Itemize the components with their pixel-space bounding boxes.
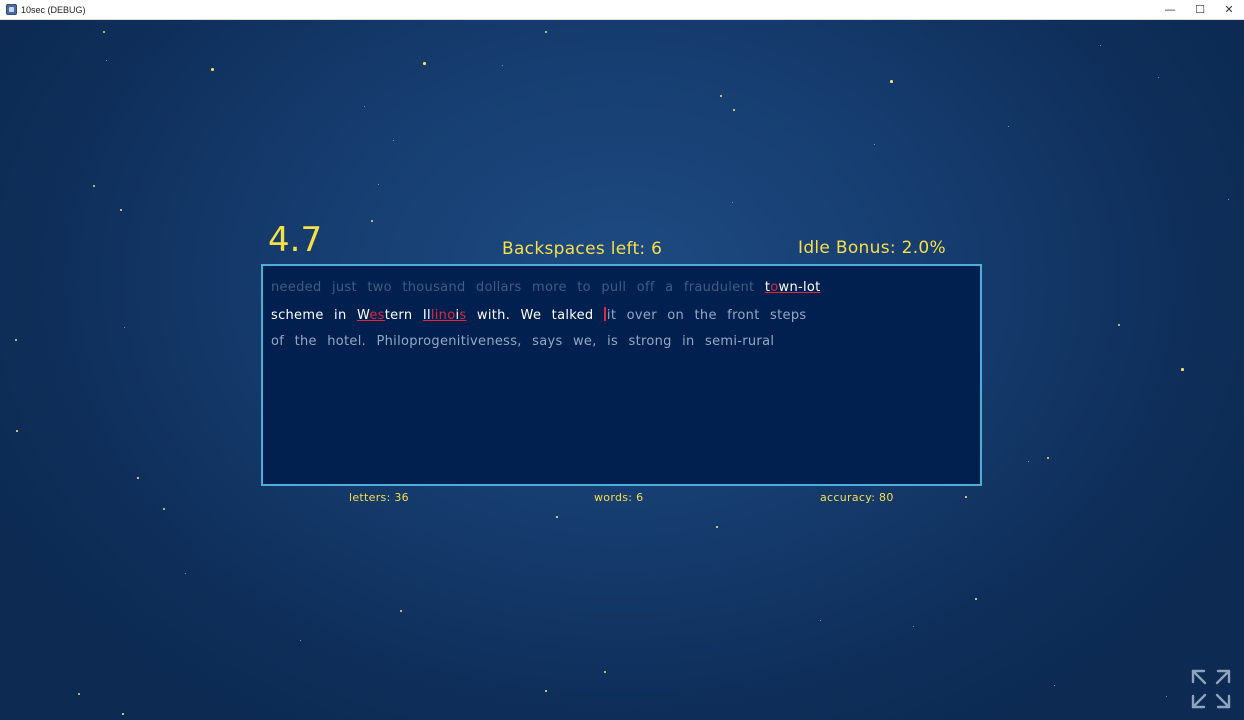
star-decoration (556, 516, 558, 518)
minimize-button[interactable]: — (1155, 0, 1185, 20)
star-decoration (1228, 199, 1230, 201)
star-decoration (733, 109, 735, 111)
window-titlebar: 10sec (DEBUG) — ☐ ✕ (0, 0, 1244, 20)
star-decoration (1047, 457, 1050, 460)
star-decoration (16, 430, 18, 432)
fullscreen-button[interactable] (1190, 668, 1232, 710)
star-decoration (604, 671, 607, 674)
typed-text-old: needed just two thousand dollars more to… (271, 280, 765, 295)
char-correct: W (356, 308, 370, 323)
stat-words: words: 6 (594, 491, 644, 504)
char-correct: Il (422, 308, 431, 323)
game-scene: 4.7 Backspaces left: 6 Idle Bonus: 2.0% … (0, 20, 1244, 720)
typed-text: scheme in (271, 308, 357, 323)
text-cursor (603, 307, 606, 321)
typed-text: with. We talked (466, 308, 604, 323)
text-line-2: scheme in Western Illinois with. We talk… (271, 307, 806, 324)
timer: 4.7 (268, 220, 323, 260)
star-decoration (137, 477, 139, 479)
star-decoration (78, 693, 80, 695)
star-decoration (300, 640, 301, 641)
star-decoration (874, 144, 875, 145)
star-decoration (93, 185, 95, 187)
star-decoration (975, 598, 977, 600)
char-typo: lino (430, 308, 456, 323)
stat-letters: letters: 36 (349, 491, 409, 504)
star-decoration (732, 202, 733, 203)
star-decoration (185, 573, 186, 574)
word-town-lot: town-lot (765, 280, 821, 295)
star-decoration (720, 95, 723, 98)
star-decoration (122, 713, 124, 715)
star-decoration (393, 140, 395, 142)
star-decoration (378, 184, 379, 185)
star-decoration (1118, 324, 1120, 326)
char-correct: tern (384, 308, 423, 323)
window-title: 10sec (DEBUG) (21, 5, 86, 15)
star-decoration (400, 610, 403, 613)
app-icon (6, 4, 17, 15)
pending-text: of the hotel. Philoprogenitiveness, says… (271, 334, 775, 349)
char-typo: o (770, 280, 779, 295)
star-decoration (15, 339, 18, 342)
star-decoration (1166, 696, 1167, 697)
star-decoration (1100, 45, 1101, 46)
star-decoration (545, 31, 547, 33)
star-decoration (106, 60, 107, 61)
star-decoration (716, 526, 718, 528)
star-decoration (820, 620, 821, 621)
star-decoration (502, 65, 504, 67)
pending-text: t over on the front steps (610, 308, 807, 323)
maximize-button[interactable]: ☐ (1185, 0, 1215, 20)
star-decoration (103, 31, 106, 34)
star-decoration (1054, 685, 1056, 687)
star-decoration (1008, 126, 1009, 127)
star-decoration (965, 496, 967, 498)
star-decoration (371, 220, 374, 223)
text-line-3: of the hotel. Philoprogenitiveness, says… (271, 334, 774, 350)
star-decoration (163, 508, 165, 510)
star-decoration (120, 209, 122, 211)
typing-panel[interactable]: needed just two thousand dollars more to… (261, 264, 982, 486)
star-decoration (423, 62, 426, 65)
char-typo: es (369, 308, 385, 323)
expand-arrows-icon (1191, 669, 1231, 709)
star-decoration (913, 626, 914, 627)
backspaces-left: Backspaces left: 6 (502, 239, 663, 259)
star-decoration (1158, 77, 1159, 78)
idle-bonus: Idle Bonus: 2.0% (798, 238, 946, 258)
word-western: Wes (357, 308, 385, 323)
stat-accuracy: accuracy: 80 (820, 491, 894, 504)
star-decoration (1028, 461, 1030, 463)
star-decoration (364, 106, 365, 107)
char-correct: wn-lot (778, 280, 821, 295)
star-decoration (545, 690, 547, 692)
star-decoration (211, 68, 214, 71)
word-illinois: Illinois (423, 308, 467, 323)
star-decoration (890, 80, 893, 83)
text-line-1: needed just two thousand dollars more to… (271, 280, 821, 296)
close-button[interactable]: ✕ (1214, 0, 1244, 20)
star-decoration (1181, 368, 1184, 371)
star-decoration (124, 327, 126, 329)
